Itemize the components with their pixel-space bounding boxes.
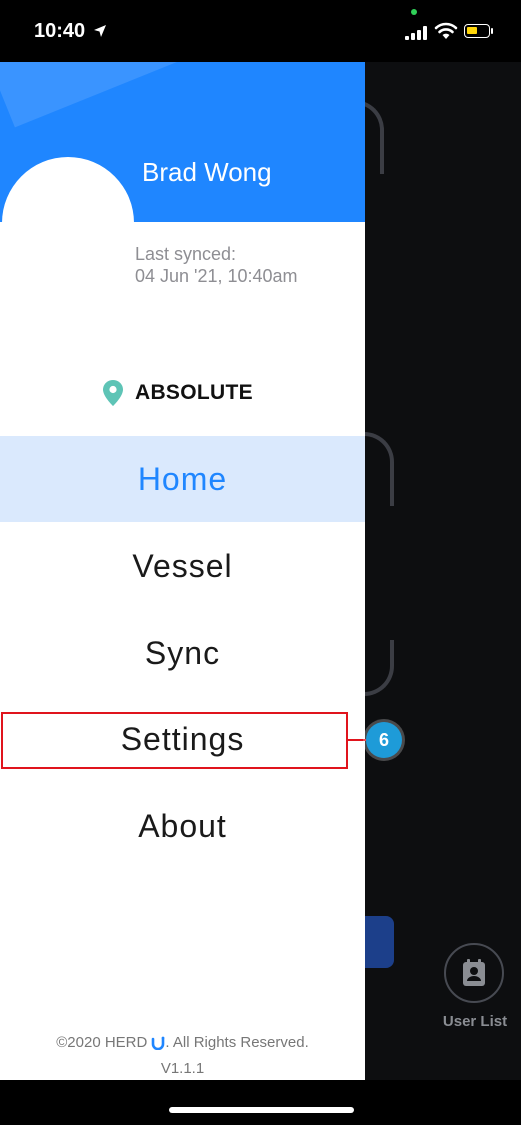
herd-logo-icon	[152, 1036, 165, 1050]
user-name: Brad Wong	[142, 157, 272, 187]
user-list-button[interactable]	[444, 943, 504, 1003]
copyright-text-start: ©2020 HERD	[56, 1034, 148, 1051]
battery-icon	[464, 24, 490, 38]
status-time: 10:40	[34, 20, 86, 42]
location-arrow-icon	[94, 25, 106, 37]
menu-item-label: About	[138, 807, 227, 844]
organization-name: ABSOLUTE	[135, 381, 253, 404]
menu-item-about[interactable]: About	[0, 783, 365, 869]
settings-highlight-box	[1, 712, 348, 769]
privacy-indicator-dot	[411, 9, 417, 15]
wifi-icon	[434, 22, 458, 39]
organization-row: ABSOLUTE	[103, 380, 253, 406]
last-synced-label: Last synced:	[135, 244, 237, 264]
home-indicator[interactable]	[169, 1107, 354, 1113]
menu-item-label: Sync	[144, 634, 221, 671]
menu-item-label: Vessel	[132, 547, 233, 584]
battery-level-fill	[467, 27, 477, 34]
app-version: V1.1.1	[160, 1060, 205, 1077]
navigation-drawer: Brad Wong Last synced: 04 Jun '21, 10:40…	[0, 62, 365, 1080]
last-synced-value: 04 Jun '21, 10:40am	[135, 266, 298, 286]
menu-item-label: Home	[137, 460, 228, 497]
user-list-label: User List	[442, 1013, 508, 1030]
menu-item-vessel[interactable]: Vessel	[0, 523, 365, 609]
location-pin-icon	[103, 380, 123, 406]
status-bar: 10:40	[0, 0, 521, 62]
menu-item-home[interactable]: Home	[0, 436, 365, 522]
contact-card-icon	[463, 959, 485, 986]
step-number-badge: 6	[366, 722, 402, 758]
callout-connector-line	[348, 739, 368, 741]
menu-item-sync[interactable]: Sync	[0, 610, 365, 696]
cellular-signal-icon	[405, 26, 427, 40]
footer-copyright: ©2020 HERD . All Rights Reserved.	[0, 1034, 365, 1051]
avatar[interactable]	[2, 157, 134, 289]
copyright-text-end: . All Rights Reserved.	[165, 1034, 309, 1051]
header-sheen	[0, 62, 365, 128]
battery-tip	[491, 28, 493, 34]
